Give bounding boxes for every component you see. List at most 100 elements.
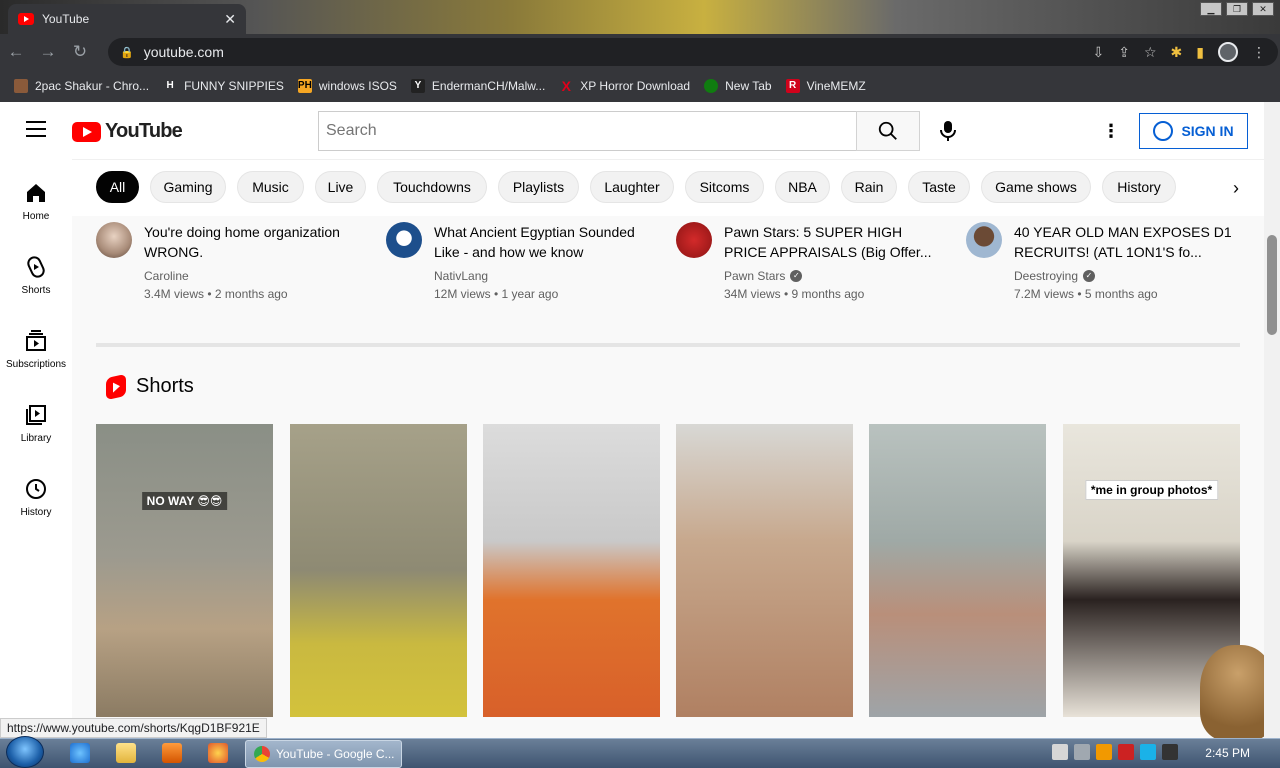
close-window-button[interactable]: ✕ — [1252, 2, 1274, 16]
youtube-play-icon — [72, 121, 101, 142]
bookmark-item[interactable]: 2pac Shakur - Chro... — [14, 79, 149, 93]
restore-button[interactable]: ❐ — [1226, 2, 1248, 16]
sidebar-item-home[interactable]: Home — [0, 181, 72, 222]
bookmark-star-icon[interactable]: ☆ — [1144, 44, 1157, 61]
search-icon — [878, 121, 897, 140]
forward-arrow-icon[interactable]: → — [32, 42, 64, 62]
video-card[interactable]: 40 YEAR OLD MAN EXPOSES D1 RECRUITS! (AT… — [966, 222, 1236, 312]
sidebar-item-shorts[interactable]: Shorts — [0, 255, 72, 296]
video-card[interactable]: What Ancient Egyptian Sounded Like - and… — [386, 222, 656, 312]
home-icon — [27, 184, 45, 202]
search-button[interactable] — [856, 111, 920, 151]
media-player-icon[interactable] — [162, 743, 182, 763]
chip-playlists[interactable]: Playlists — [498, 171, 579, 203]
video-card[interactable]: Pawn Stars: 5 SUPER HIGH PRICE APPRAISAL… — [676, 222, 946, 312]
chip-laughter[interactable]: Laughter — [590, 171, 674, 203]
chip-gaming[interactable]: Gaming — [150, 171, 226, 203]
short-thumbnail[interactable]: NO WAY 😎😎 — [96, 424, 273, 717]
hamburger-menu-icon[interactable] — [26, 121, 46, 137]
shorts-header: Shorts — [106, 373, 194, 400]
chip-taste[interactable]: Taste — [908, 171, 970, 203]
minimize-button[interactable]: ▁ — [1200, 2, 1222, 16]
start-button[interactable] — [6, 736, 44, 768]
reload-icon[interactable]: ↻ — [64, 42, 96, 62]
user-circle-icon — [1153, 121, 1174, 141]
chip-game-shows[interactable]: Game shows — [981, 171, 1091, 203]
chevron-right-icon[interactable]: › — [1226, 178, 1246, 199]
channel-name[interactable]: Caroline — [144, 269, 189, 283]
chip-music[interactable]: Music — [237, 171, 304, 203]
video-meta: 7.2M views • 5 months ago — [1014, 287, 1158, 301]
video-title[interactable]: You're doing home organization WRONG. — [144, 222, 364, 262]
channel-avatar[interactable] — [386, 222, 422, 258]
chip-sitcoms[interactable]: Sitcoms — [685, 171, 764, 203]
file-explorer-icon[interactable] — [116, 743, 136, 763]
shorts-icon — [27, 256, 45, 278]
bookmark-item[interactable]: Y EndermanCH/Malw... — [410, 79, 545, 93]
app-icon[interactable] — [208, 743, 228, 763]
short-thumbnail[interactable] — [290, 424, 467, 717]
sidebar-item-history[interactable]: History — [0, 477, 72, 518]
chip-nba[interactable]: NBA — [775, 171, 830, 203]
chip-rain[interactable]: Rain — [841, 171, 897, 203]
xbox-icon — [704, 79, 719, 93]
browser-menu-icon[interactable]: ⋮ — [1252, 44, 1266, 61]
video-title[interactable]: Pawn Stars: 5 SUPER HIGH PRICE APPRAISAL… — [724, 222, 944, 262]
share-icon[interactable]: ⇪ — [1118, 44, 1130, 61]
back-arrow-icon[interactable]: ← — [0, 42, 32, 62]
channel-avatar[interactable] — [966, 222, 1002, 258]
tray-app-icon[interactable] — [1052, 744, 1068, 760]
address-url: youtube.com — [143, 44, 224, 60]
chip-history[interactable]: History — [1102, 171, 1176, 203]
network-icon[interactable] — [1140, 744, 1156, 760]
bookmark-item[interactable]: R VineMEMZ — [785, 79, 866, 93]
browser-tab[interactable]: YouTube ✕ — [8, 4, 246, 34]
channel-name[interactable]: Deestroying ✓ — [1014, 269, 1096, 283]
bookmark-item[interactable]: PH windows ISOS — [297, 79, 397, 93]
microphone-icon[interactable] — [938, 120, 958, 142]
side-panel-icon[interactable]: ▮ — [1196, 44, 1204, 61]
volume-icon[interactable] — [1162, 744, 1178, 760]
sign-in-button[interactable]: SIGN IN — [1139, 113, 1248, 149]
channel-name[interactable]: NativLang — [434, 269, 488, 283]
channel-avatar[interactable] — [676, 222, 712, 258]
install-icon[interactable]: ⇩ — [1093, 44, 1105, 61]
sidebar-item-subscriptions[interactable]: Subscriptions — [0, 329, 72, 370]
page-scrollbar[interactable] — [1264, 102, 1280, 739]
video-title[interactable]: 40 YEAR OLD MAN EXPOSES D1 RECRUITS! (AT… — [1014, 222, 1234, 262]
channel-avatar[interactable] — [96, 222, 132, 258]
profile-avatar-icon[interactable] — [1218, 42, 1238, 62]
channel-name[interactable]: Pawn Stars ✓ — [724, 269, 803, 283]
system-tray — [1052, 744, 1178, 760]
sidebar-item-library[interactable]: Library — [0, 403, 72, 444]
chip-live[interactable]: Live — [315, 171, 366, 203]
bookmark-item[interactable]: X XP Horror Download — [559, 79, 691, 93]
bookmark-item[interactable]: H FUNNY SNIPPIES — [163, 79, 283, 93]
short-thumbnail[interactable] — [483, 424, 660, 717]
shorts-logo-icon — [106, 373, 126, 400]
internet-explorer-icon[interactable] — [70, 743, 90, 763]
taskbar-chrome-window[interactable]: YouTube - Google C... — [245, 740, 402, 768]
logo-wordmark: YouTube — [105, 120, 183, 142]
scrollbar-thumb[interactable] — [1267, 235, 1277, 335]
lock-icon[interactable]: 🔒 — [120, 46, 134, 59]
more-options-icon[interactable]: ⋮ — [1102, 121, 1120, 141]
verified-check-icon: ✓ — [1083, 270, 1096, 282]
tray-app-icon[interactable] — [1074, 744, 1090, 760]
extensions-puzzle-icon[interactable]: ✱ — [1171, 44, 1183, 61]
flag-icon[interactable] — [1118, 744, 1134, 760]
video-title[interactable]: What Ancient Egyptian Sounded Like - and… — [434, 222, 654, 262]
bookmark-item[interactable]: New Tab — [704, 79, 772, 93]
youtube-logo[interactable]: YouTube — [72, 120, 183, 143]
section-divider — [96, 343, 1240, 347]
search-input[interactable] — [318, 111, 857, 151]
tab-close-icon[interactable]: ✕ — [224, 11, 236, 28]
short-thumbnail[interactable] — [676, 424, 853, 717]
chip-all[interactable]: All — [96, 171, 139, 203]
taskbar-clock[interactable]: 2:45 PM — [1205, 746, 1250, 760]
short-thumbnail[interactable] — [869, 424, 1046, 717]
chip-touchdowns[interactable]: Touchdowns — [377, 171, 487, 203]
video-card[interactable]: You're doing home organization WRONG. Ca… — [96, 222, 366, 312]
tray-app-icon[interactable] — [1096, 744, 1112, 760]
history-icon — [26, 479, 46, 499]
